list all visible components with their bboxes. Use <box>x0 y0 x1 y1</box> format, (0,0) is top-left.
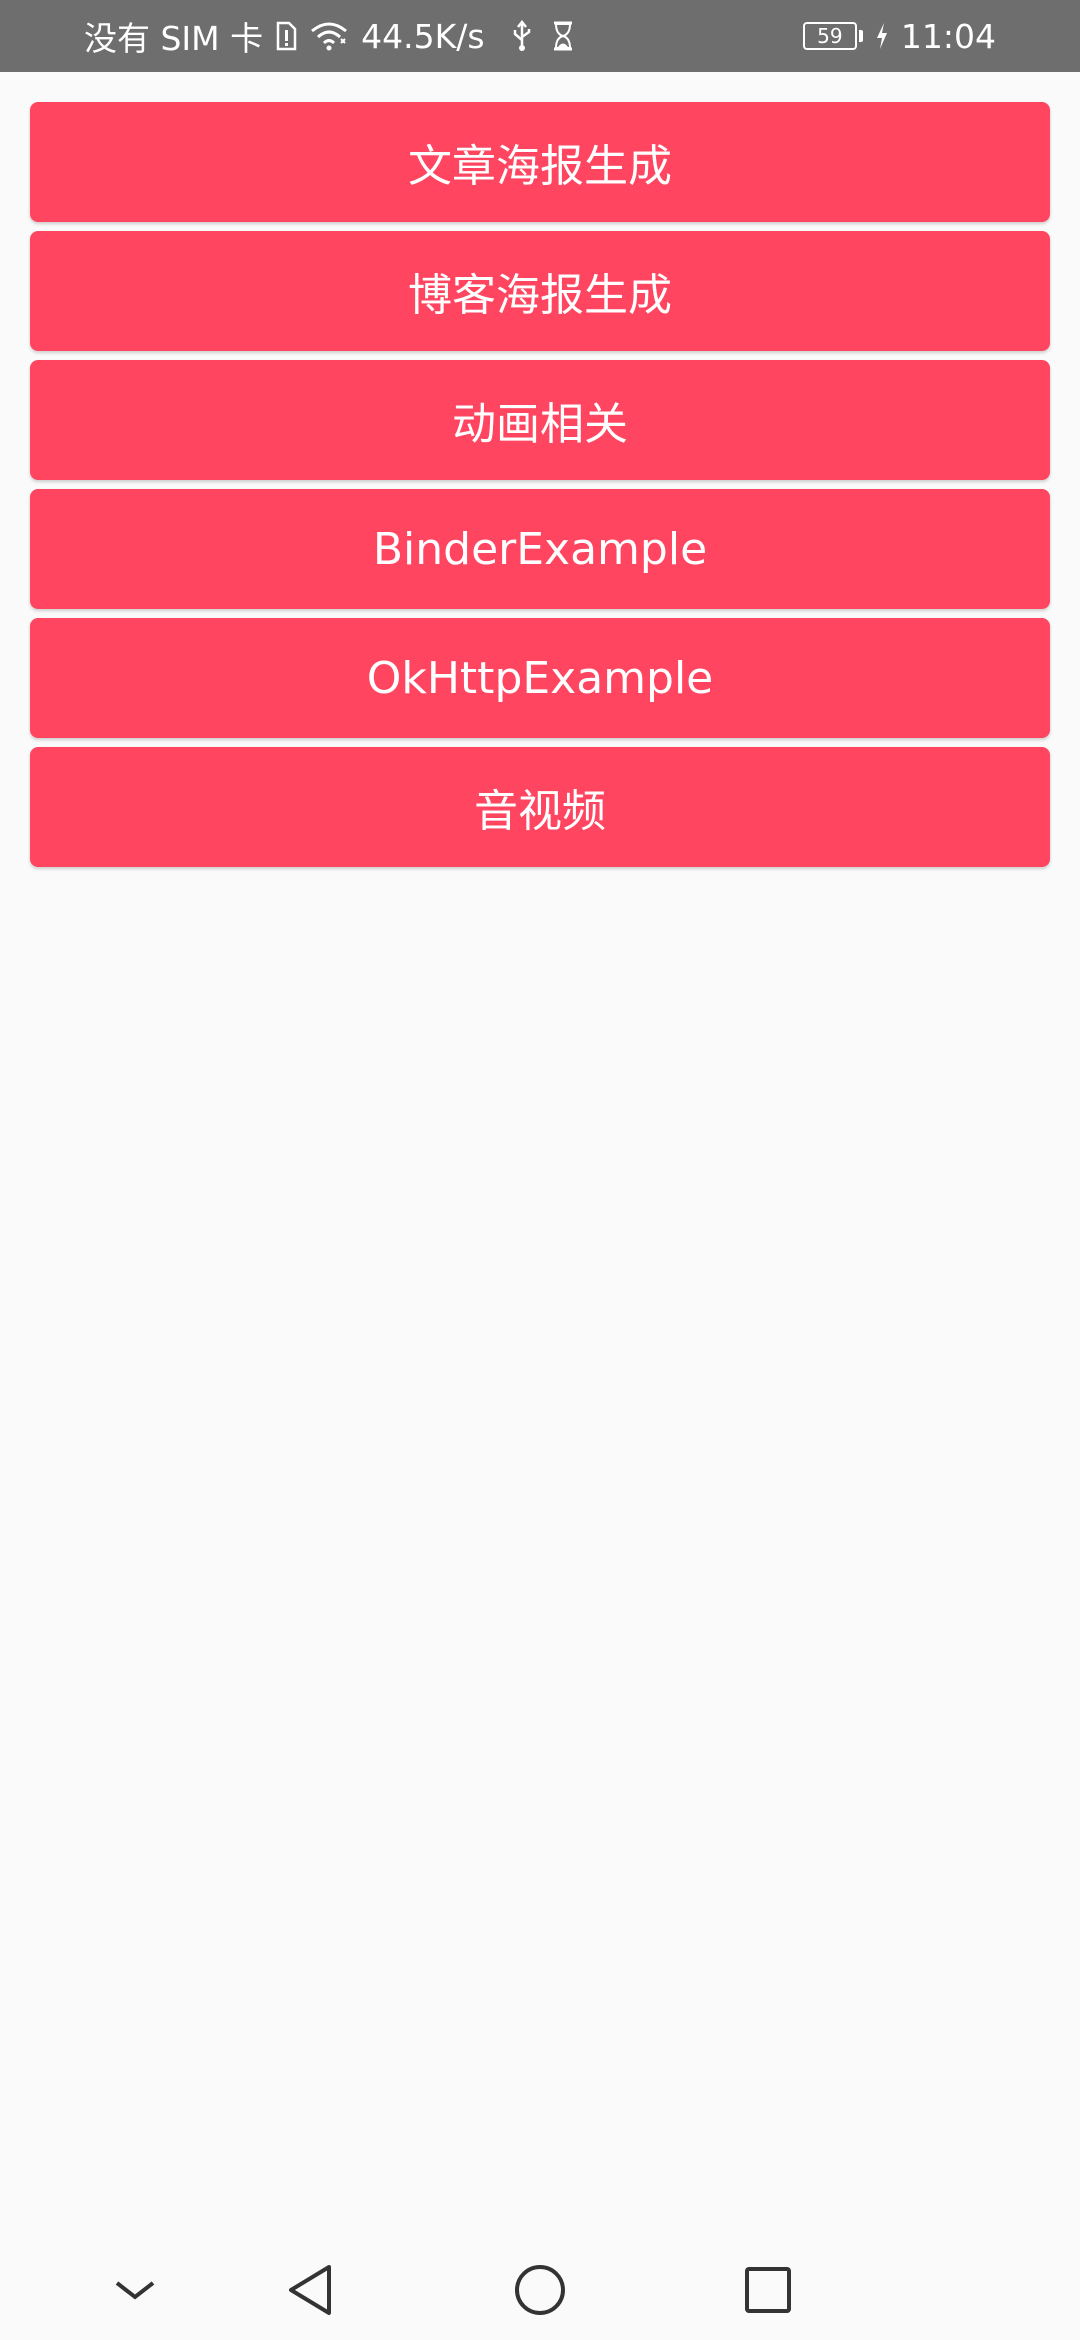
back-icon[interactable] <box>280 2260 340 2320</box>
home-icon[interactable] <box>510 2260 570 2320</box>
charging-icon <box>875 22 889 50</box>
status-left: 没有 SIM 卡 44.5K/s <box>84 12 575 60</box>
chevron-down-icon[interactable] <box>105 2260 165 2320</box>
status-bar: 没有 SIM 卡 44.5K/s 59 11:04 <box>0 0 1080 72</box>
audio-video-button[interactable]: 音视频 <box>30 747 1050 867</box>
okhttp-example-button[interactable]: OkHttpExample <box>30 618 1050 738</box>
hourglass-icon <box>551 21 575 51</box>
network-speed: 44.5K/s <box>361 16 485 56</box>
animation-button[interactable]: 动画相关 <box>30 360 1050 480</box>
battery-level: 59 <box>802 22 857 50</box>
battery-indicator: 59 <box>802 22 863 50</box>
battery-tip <box>858 30 863 42</box>
recents-icon[interactable] <box>738 2260 798 2320</box>
sim-alert-icon <box>275 21 297 51</box>
usb-icon <box>511 20 533 52</box>
binder-example-button[interactable]: BinderExample <box>30 489 1050 609</box>
status-right: 59 11:04 <box>802 16 996 56</box>
carrier-text: 没有 SIM 卡 <box>84 19 264 58</box>
blog-poster-button[interactable]: 博客海报生成 <box>30 231 1050 351</box>
wifi-icon <box>309 21 349 51</box>
article-poster-button[interactable]: 文章海报生成 <box>30 102 1050 222</box>
clock: 11:04 <box>900 16 996 56</box>
button-list: 文章海报生成 博客海报生成 动画相关 BinderExample OkHttpE… <box>30 102 1050 867</box>
